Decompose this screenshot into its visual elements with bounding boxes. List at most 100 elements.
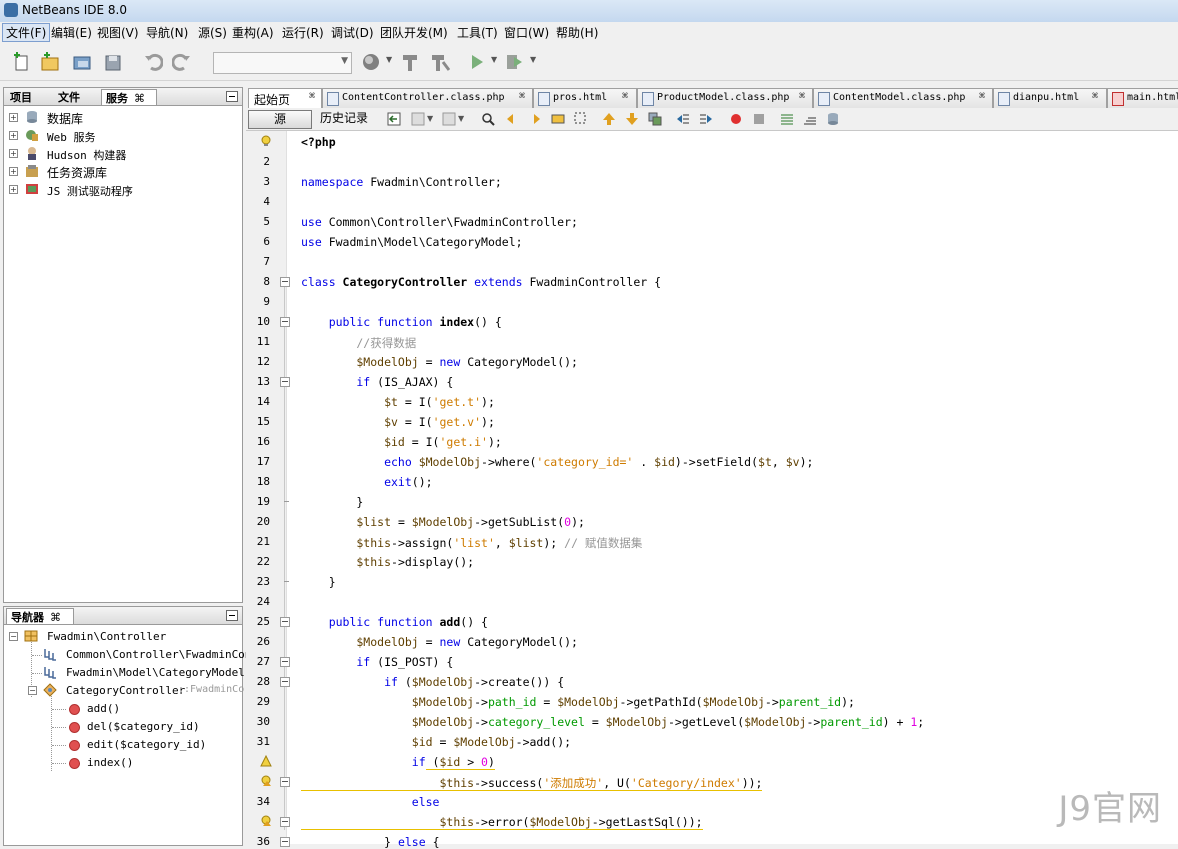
close-icon[interactable]: ⌘ (979, 91, 985, 102)
tab-files[interactable]: 文件 (54, 89, 84, 104)
expand-icon[interactable]: + (9, 113, 18, 122)
fold-toggle-icon[interactable] (280, 837, 290, 847)
find-next-icon[interactable] (528, 112, 542, 126)
toggle-bookmark-icon[interactable] (648, 112, 662, 126)
tab-projects[interactable]: 项目 (6, 89, 36, 104)
tree-item-js-test-driver[interactable]: + JS 测试驱动程序 (4, 181, 240, 199)
menu-debug[interactable]: 调试(D) (328, 24, 377, 41)
tree-item-databases[interactable]: + 数据库 (4, 109, 240, 127)
menu-help[interactable]: 帮助(H) (553, 24, 601, 41)
chevron-down-icon[interactable]: ▼ (386, 55, 392, 64)
run-icon[interactable] (467, 52, 487, 72)
close-icon[interactable]: ⌘ (309, 91, 315, 102)
config-combo[interactable]: ▼ (213, 52, 352, 74)
open-project-icon[interactable] (72, 52, 92, 72)
fold-toggle-icon[interactable] (280, 317, 290, 327)
tree-item-task-repos[interactable]: + 任务资源库 (4, 163, 240, 181)
tab-start-page[interactable]: 起始页 ⌘ (248, 88, 322, 108)
shift-right-icon[interactable] (699, 112, 713, 126)
expand-icon[interactable]: + (9, 185, 18, 194)
tab-pros-html[interactable]: pros.html ⌘ (533, 88, 637, 108)
source-button[interactable]: 源 (248, 110, 312, 129)
tab-services[interactable]: 服务 ⌘ (101, 89, 157, 105)
database-icon[interactable] (826, 112, 840, 126)
tree-item-class[interactable]: − CategoryController ::FwadminCo (4, 682, 244, 700)
previous-bookmark-icon[interactable] (602, 112, 616, 126)
comment-icon[interactable] (780, 112, 794, 126)
next-bookmark-icon[interactable] (625, 112, 639, 126)
fold-toggle-icon[interactable] (280, 677, 290, 687)
tree-item-method[interactable]: del($category_id) (4, 718, 240, 736)
start-macro-icon[interactable] (729, 112, 743, 126)
debug-icon[interactable] (504, 52, 524, 72)
tree-item-method[interactable]: index() (4, 754, 240, 772)
close-icon[interactable]: ⌘ (134, 92, 145, 105)
close-icon[interactable]: ⌘ (799, 91, 805, 102)
tree-item-use[interactable]: Fwadmin\Model\CategoryModel (4, 664, 245, 682)
chevron-down-icon[interactable]: ▼ (491, 55, 497, 64)
close-icon[interactable]: ⌘ (519, 91, 525, 102)
stop-macro-icon[interactable] (752, 112, 766, 126)
collapse-icon[interactable]: − (28, 686, 37, 695)
clean-build-icon[interactable] (430, 52, 450, 72)
fold-toggle-icon[interactable] (280, 617, 290, 627)
expand-icon[interactable]: + (9, 131, 18, 140)
expand-icon[interactable]: + (9, 149, 18, 158)
fold-toggle-icon[interactable] (280, 277, 290, 287)
last-edit-icon[interactable] (387, 112, 401, 126)
hint-warning-icon[interactable] (260, 775, 272, 787)
tree-item-hudson[interactable]: + Hudson 构建器 (4, 145, 240, 163)
tab-main-html[interactable]: main.html (1107, 88, 1178, 108)
hint-warning-icon[interactable] (260, 815, 272, 827)
menu-team[interactable]: 团队开发(M) (377, 24, 451, 41)
close-icon[interactable]: ⌘ (50, 611, 61, 624)
menu-window[interactable]: 窗口(W) (501, 24, 552, 41)
save-all-icon[interactable] (103, 52, 123, 72)
shift-left-icon[interactable] (676, 112, 690, 126)
tree-item-web-services[interactable]: + Web 服务 (4, 127, 240, 145)
menu-source[interactable]: 源(S) (195, 24, 230, 41)
tree-item-method[interactable]: add() (4, 700, 240, 718)
tree-item-use[interactable]: Common\Controller\FwadminCont (4, 646, 258, 664)
fold-toggle-icon[interactable] (280, 777, 290, 787)
globe-icon[interactable] (361, 52, 381, 72)
close-icon[interactable]: ⌘ (622, 91, 628, 102)
forward-icon[interactable] (442, 112, 456, 126)
minimize-icon[interactable] (226, 610, 238, 621)
expand-icon[interactable]: + (9, 167, 18, 176)
back-icon[interactable] (411, 112, 425, 126)
tree-item-namespace[interactable]: − Fwadmin\Controller (4, 628, 240, 646)
menu-file[interactable]: 文件(F) (2, 23, 51, 42)
fold-toggle-icon[interactable] (280, 377, 290, 387)
minimize-icon[interactable] (226, 91, 238, 102)
code-editor[interactable]: 2 3 4 5 6 7 8 9 10 11 12 13 14 15 16 17 … (246, 131, 1178, 849)
warning-icon[interactable] (260, 755, 272, 767)
chevron-down-icon[interactable]: ▼ (427, 114, 433, 123)
history-button[interactable]: 历史记录 (316, 110, 372, 127)
tab-navigator[interactable]: 导航器 ⌘ (6, 608, 74, 624)
new-file-icon[interactable] (11, 52, 31, 72)
menu-run[interactable]: 运行(R) (279, 24, 327, 41)
tab-content-model[interactable]: ContentModel.class.php ⌘ (813, 88, 993, 108)
tab-product-model[interactable]: ProductModel.class.php ⌘ (637, 88, 813, 108)
redo-icon[interactable] (172, 52, 192, 72)
menu-edit[interactable]: 编辑(E) (48, 24, 95, 41)
rectangular-select-icon[interactable] (574, 112, 588, 126)
fold-toggle-icon[interactable] (280, 817, 290, 827)
find-previous-icon[interactable] (505, 112, 519, 126)
find-icon[interactable] (481, 112, 495, 126)
menu-navigate[interactable]: 导航(N) (143, 24, 191, 41)
menu-tools[interactable]: 工具(T) (454, 24, 501, 41)
tab-dianpu-html[interactable]: dianpu.html ⌘ (993, 88, 1107, 108)
toggle-highlight-icon[interactable] (551, 112, 565, 126)
uncomment-icon[interactable] (803, 112, 817, 126)
close-icon[interactable]: ⌘ (1092, 91, 1098, 102)
chevron-down-icon[interactable]: ▼ (530, 55, 536, 64)
menu-refactor[interactable]: 重构(A) (229, 24, 277, 41)
hint-lightbulb-icon[interactable] (260, 135, 272, 147)
undo-icon[interactable] (143, 52, 163, 72)
tree-item-method[interactable]: edit($category_id) (4, 736, 240, 754)
tab-content-controller[interactable]: ContentController.class.php ⌘ (322, 88, 533, 108)
new-project-icon[interactable] (40, 52, 60, 72)
chevron-down-icon[interactable]: ▼ (458, 114, 464, 123)
